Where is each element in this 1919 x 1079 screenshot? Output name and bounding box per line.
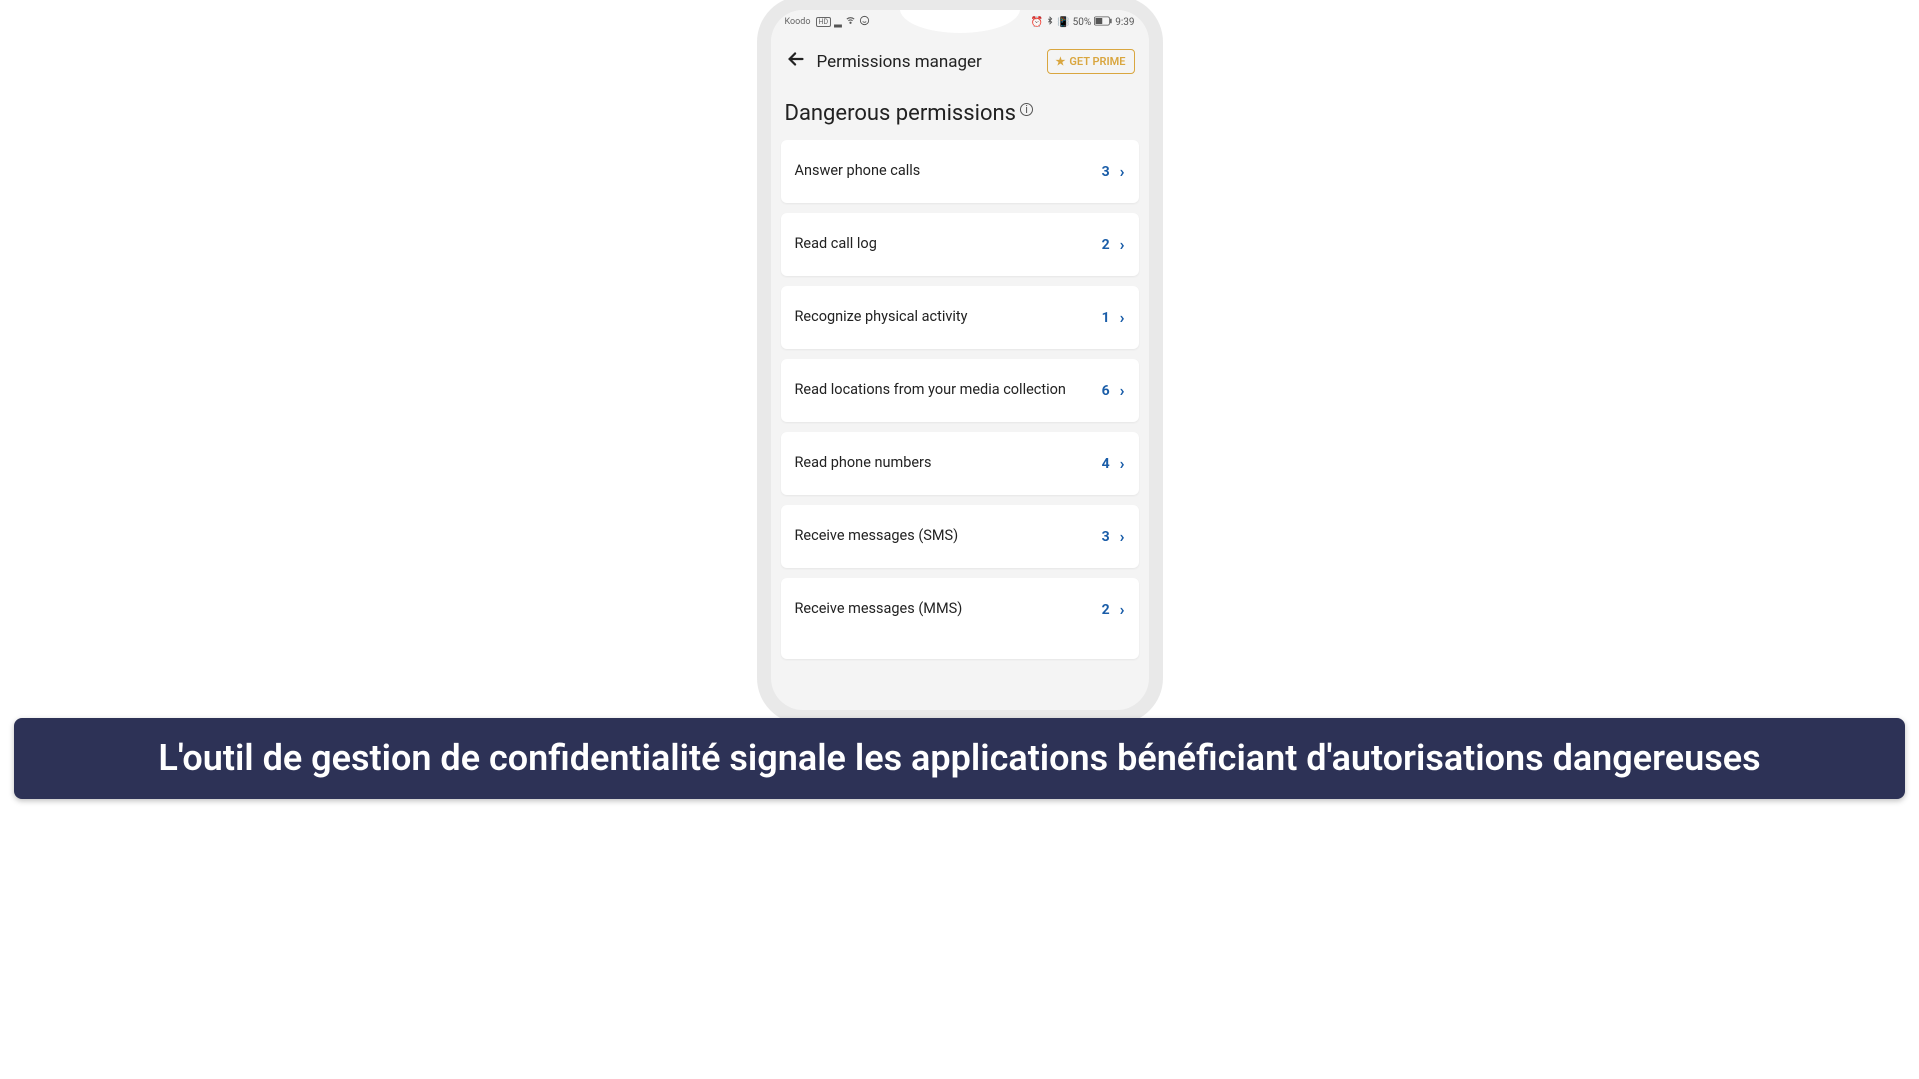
permission-row[interactable]: Recognize physical activity 1 › <box>781 286 1139 349</box>
chevron-right-icon: › <box>1120 454 1125 473</box>
clock-text: 9:39 <box>1115 17 1134 28</box>
get-prime-button[interactable]: ★ GET PRIME <box>1047 49 1135 74</box>
caption-banner: L'outil de gestion de confidentialité si… <box>14 718 1905 799</box>
section-header: Dangerous permissions i <box>771 85 1149 140</box>
permission-list: Answer phone calls 3 › Read call log 2 ›… <box>771 140 1149 659</box>
permission-row[interactable]: Answer phone calls 3 › <box>781 140 1139 203</box>
permission-label: Recognize physical activity <box>795 308 1092 327</box>
star-icon: ★ <box>1056 55 1066 68</box>
chevron-right-icon: › <box>1120 381 1125 400</box>
chevron-right-icon: › <box>1120 162 1125 181</box>
permission-label: Receive messages (SMS) <box>795 527 1092 546</box>
permission-label: Read call log <box>795 235 1092 254</box>
chevron-right-icon: › <box>1120 308 1125 327</box>
permission-row[interactable]: Read call log 2 › <box>781 213 1139 276</box>
bluetooth-icon <box>1046 15 1054 29</box>
caption-text: L'outil de gestion de confidentialité si… <box>44 736 1875 781</box>
hd-badge: HD <box>816 17 832 27</box>
permission-label: Read locations from your media collectio… <box>795 381 1092 400</box>
whatsapp-icon <box>859 15 870 29</box>
get-prime-label: GET PRIME <box>1069 55 1125 68</box>
info-icon[interactable]: i <box>1020 103 1033 116</box>
chevron-right-icon: › <box>1120 600 1125 619</box>
permission-count: 3 <box>1102 529 1110 545</box>
permission-count: 1 <box>1102 310 1110 326</box>
permission-row[interactable]: Receive messages (SMS) 3 › <box>781 505 1139 568</box>
section-title: Dangerous permissions <box>785 101 1017 126</box>
permission-count: 6 <box>1102 383 1110 399</box>
chevron-right-icon: › <box>1120 235 1125 254</box>
vibrate-icon: 📳 <box>1057 17 1069 28</box>
chevron-right-icon: › <box>1120 527 1125 546</box>
back-arrow-icon[interactable] <box>785 48 807 75</box>
permission-row[interactable]: Read locations from your media collectio… <box>781 359 1139 422</box>
permission-row[interactable]: Read phone numbers 4 › <box>781 432 1139 495</box>
permission-label: Answer phone calls <box>795 162 1092 181</box>
permission-count: 2 <box>1102 237 1110 253</box>
battery-percent: 50% <box>1073 17 1092 28</box>
app-header: Permissions manager ★ GET PRIME <box>771 34 1149 85</box>
status-right: ⏰ 📳 50% 9:39 <box>1031 15 1135 29</box>
page-title: Permissions manager <box>817 52 1037 72</box>
carrier-label: Koodo <box>785 17 811 27</box>
permission-count: 2 <box>1102 602 1110 618</box>
permission-count: 4 <box>1102 456 1110 472</box>
status-left: Koodo HD ▂ <box>785 15 870 29</box>
permission-count: 3 <box>1102 164 1110 180</box>
permission-row[interactable]: Receive messages (MMS) 2 › <box>781 578 1139 659</box>
permission-label: Read phone numbers <box>795 454 1092 473</box>
signal-icon: ▂ <box>834 17 842 28</box>
battery-icon <box>1094 16 1112 29</box>
wifi-icon <box>845 15 856 29</box>
phone-frame: Koodo HD ▂ ⏰ 📳 50% 9:39 Perm <box>771 10 1149 710</box>
alarm-icon: ⏰ <box>1031 17 1043 28</box>
permission-label: Receive messages (MMS) <box>795 600 1092 619</box>
